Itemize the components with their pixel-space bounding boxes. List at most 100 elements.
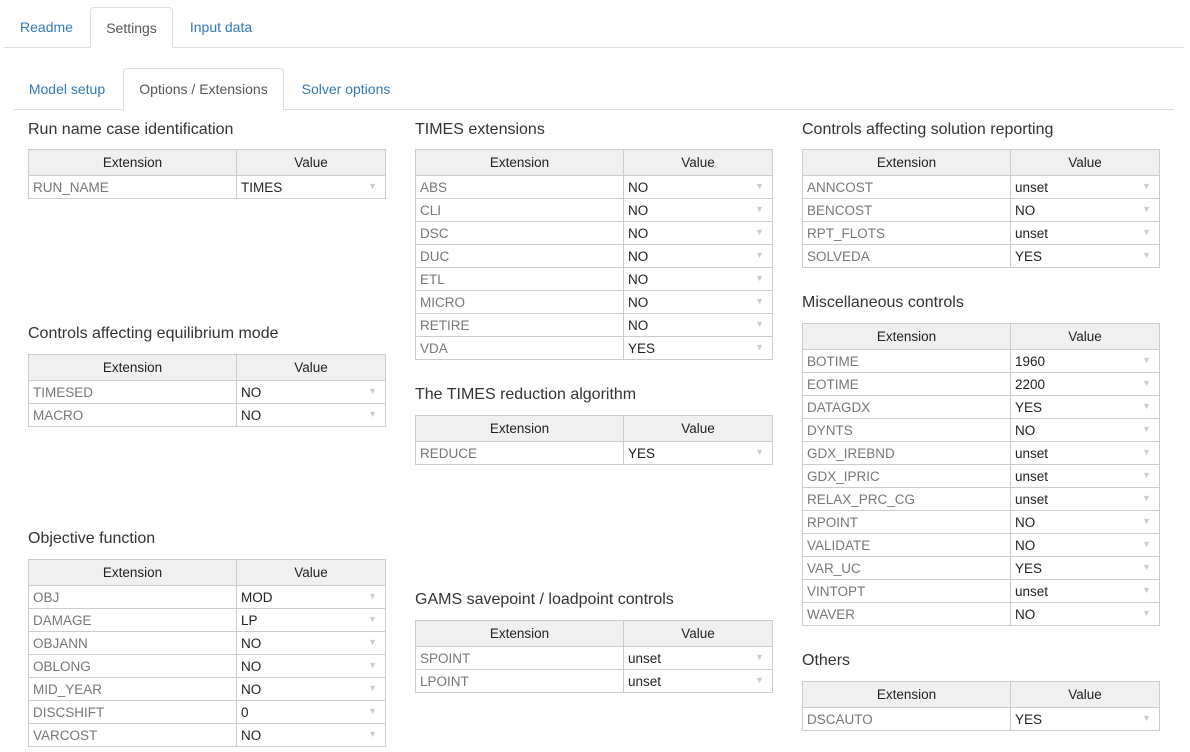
value-select-cell[interactable]: NO ▼ [623, 290, 773, 314]
value-select-cell[interactable]: NO ▼ [236, 723, 386, 747]
dropdown-arrow-icon[interactable]: ▼ [368, 386, 377, 396]
value-select-cell[interactable]: NO ▼ [1010, 510, 1160, 534]
value-select-cell[interactable]: NO ▼ [623, 244, 773, 268]
table-row: ANNCOST unset ▼ [802, 175, 1160, 199]
value-select-cell[interactable]: YES ▼ [1010, 244, 1160, 268]
tab-readme[interactable]: Readme [4, 7, 89, 47]
value-select-cell[interactable]: NO ▼ [623, 267, 773, 291]
dropdown-arrow-icon[interactable]: ▼ [368, 729, 377, 739]
value-select-cell[interactable]: YES ▼ [1010, 556, 1160, 580]
section-title-objective: Objective function [28, 530, 156, 547]
dropdown-arrow-icon[interactable]: ▼ [368, 614, 377, 624]
value-text: 0 [241, 704, 249, 720]
dropdown-arrow-icon[interactable]: ▼ [755, 652, 764, 662]
value-select-cell[interactable]: YES ▼ [1010, 395, 1160, 419]
dropdown-arrow-icon[interactable]: ▼ [1142, 204, 1151, 214]
dropdown-arrow-icon[interactable]: ▼ [755, 296, 764, 306]
dropdown-arrow-icon[interactable]: ▼ [755, 319, 764, 329]
dropdown-arrow-icon[interactable]: ▼ [1142, 378, 1151, 388]
dropdown-arrow-icon[interactable]: ▼ [1142, 713, 1151, 723]
value-select-cell[interactable]: LP ▼ [236, 608, 386, 632]
value-select-cell[interactable]: unset ▼ [1010, 487, 1160, 511]
column-header-value: Value [236, 354, 386, 381]
value-select-cell[interactable]: YES ▼ [623, 441, 773, 465]
dropdown-arrow-icon[interactable]: ▼ [755, 342, 764, 352]
value-select-cell[interactable]: unset ▼ [1010, 579, 1160, 603]
dropdown-arrow-icon[interactable]: ▼ [368, 706, 377, 716]
dropdown-arrow-icon[interactable]: ▼ [755, 204, 764, 214]
value-select-cell[interactable]: 0 ▼ [236, 700, 386, 724]
column-header-value: Value [1010, 323, 1160, 350]
tab-settings[interactable]: Settings [90, 7, 173, 48]
tab-solver-options[interactable]: Solver options [286, 68, 406, 109]
value-select-cell[interactable]: TIMES ▼ [236, 175, 386, 199]
dropdown-arrow-icon[interactable]: ▼ [755, 250, 764, 260]
dropdown-arrow-icon[interactable]: ▼ [368, 591, 377, 601]
value-select-cell[interactable]: NO ▼ [623, 221, 773, 245]
section-title-run-name: Run name case identification [28, 121, 234, 138]
value-select-cell[interactable]: unset ▼ [1010, 175, 1160, 199]
value-select-cell[interactable]: NO ▼ [1010, 533, 1160, 557]
value-select-cell[interactable]: NO ▼ [623, 198, 773, 222]
dropdown-arrow-icon[interactable]: ▼ [1142, 355, 1151, 365]
table-row: MID_YEAR NO ▼ [28, 677, 386, 701]
value-select-cell[interactable]: YES ▼ [623, 336, 773, 360]
table-row: OBLONG NO ▼ [28, 654, 386, 678]
tab-model-setup[interactable]: Model setup [14, 68, 120, 109]
value-select-cell[interactable]: YES ▼ [1010, 707, 1160, 731]
extension-name-cell: BENCOST [802, 198, 1011, 222]
extension-name-cell: MACRO [28, 403, 237, 427]
dropdown-arrow-icon[interactable]: ▼ [1142, 401, 1151, 411]
tab-options-extensions[interactable]: Options / Extensions [123, 68, 284, 110]
dropdown-arrow-icon[interactable]: ▼ [1142, 608, 1151, 618]
value-select-cell[interactable]: NO ▼ [236, 631, 386, 655]
dropdown-arrow-icon[interactable]: ▼ [1142, 227, 1151, 237]
value-select-cell[interactable]: unset ▼ [1010, 441, 1160, 465]
value-text: NO [241, 658, 262, 674]
dropdown-arrow-icon[interactable]: ▼ [368, 181, 377, 191]
dropdown-arrow-icon[interactable]: ▼ [755, 181, 764, 191]
dropdown-arrow-icon[interactable]: ▼ [1142, 493, 1151, 503]
extension-name-cell: GDX_IREBND [802, 441, 1011, 465]
value-select-cell[interactable]: 1960 ▼ [1010, 349, 1160, 373]
table-row: MICRO NO ▼ [415, 290, 773, 314]
value-select-cell[interactable]: MOD ▼ [236, 585, 386, 609]
value-select-cell[interactable]: NO ▼ [623, 175, 773, 199]
value-text: 1960 [1015, 353, 1046, 369]
dropdown-arrow-icon[interactable]: ▼ [755, 675, 764, 685]
tab-input-data[interactable]: Input data [176, 7, 266, 47]
dropdown-arrow-icon[interactable]: ▼ [1142, 562, 1151, 572]
dropdown-arrow-icon[interactable]: ▼ [1142, 539, 1151, 549]
dropdown-arrow-icon[interactable]: ▼ [755, 447, 764, 457]
value-select-cell[interactable]: unset ▼ [623, 646, 773, 670]
dropdown-arrow-icon[interactable]: ▼ [1142, 470, 1151, 480]
dropdown-arrow-icon[interactable]: ▼ [368, 409, 377, 419]
dropdown-arrow-icon[interactable]: ▼ [755, 227, 764, 237]
value-select-cell[interactable]: NO ▼ [236, 380, 386, 404]
dropdown-arrow-icon[interactable]: ▼ [368, 637, 377, 647]
value-select-cell[interactable]: unset ▼ [1010, 221, 1160, 245]
value-select-cell[interactable]: 2200 ▼ [1010, 372, 1160, 396]
value-select-cell[interactable]: NO ▼ [236, 403, 386, 427]
dropdown-arrow-icon[interactable]: ▼ [1142, 516, 1151, 526]
dropdown-arrow-icon[interactable]: ▼ [1142, 447, 1151, 457]
dropdown-arrow-icon[interactable]: ▼ [368, 683, 377, 693]
table-row: ETL NO ▼ [415, 267, 773, 291]
value-select-cell[interactable]: NO ▼ [623, 313, 773, 337]
value-text: NO [1015, 514, 1036, 530]
value-select-cell[interactable]: unset ▼ [1010, 464, 1160, 488]
dropdown-arrow-icon[interactable]: ▼ [1142, 585, 1151, 595]
value-select-cell[interactable]: unset ▼ [623, 669, 773, 693]
table-row: OBJ MOD ▼ [28, 585, 386, 609]
value-select-cell[interactable]: NO ▼ [1010, 198, 1160, 222]
dropdown-arrow-icon[interactable]: ▼ [1142, 250, 1151, 260]
value-text: NO [241, 681, 262, 697]
value-select-cell[interactable]: NO ▼ [236, 654, 386, 678]
value-select-cell[interactable]: NO ▼ [236, 677, 386, 701]
value-select-cell[interactable]: NO ▼ [1010, 418, 1160, 442]
dropdown-arrow-icon[interactable]: ▼ [1142, 424, 1151, 434]
dropdown-arrow-icon[interactable]: ▼ [1142, 181, 1151, 191]
dropdown-arrow-icon[interactable]: ▼ [755, 273, 764, 283]
value-select-cell[interactable]: NO ▼ [1010, 602, 1160, 626]
dropdown-arrow-icon[interactable]: ▼ [368, 660, 377, 670]
